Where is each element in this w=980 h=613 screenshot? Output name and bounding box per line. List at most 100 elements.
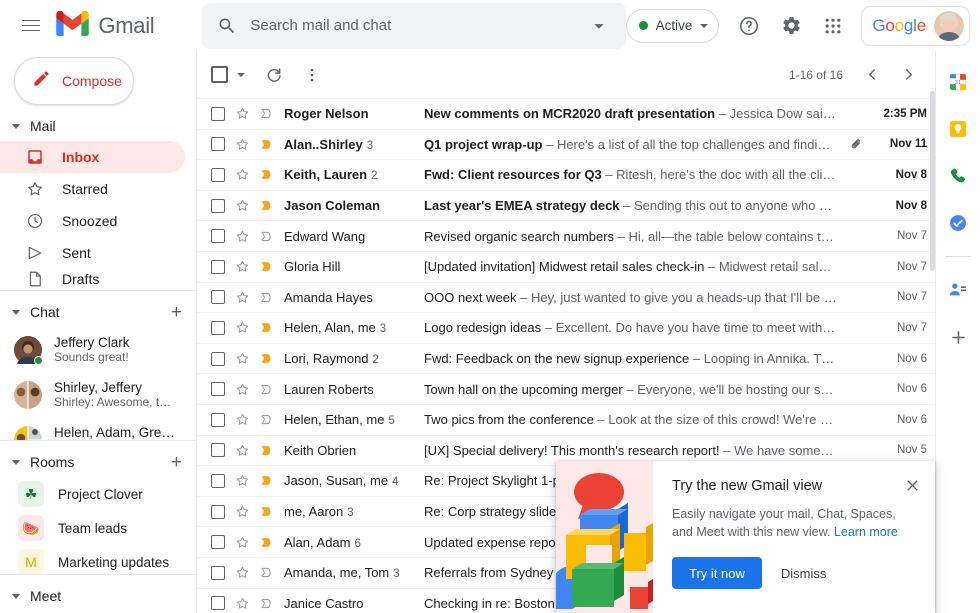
chat-item[interactable]: Shirley, Jeffery Shirley: Awesome, thank… bbox=[0, 372, 185, 417]
email-row[interactable]: Lori, Raymond2Fwd: Feedback on the new s… bbox=[197, 343, 935, 374]
row-checkbox[interactable] bbox=[211, 443, 225, 457]
row-checkbox[interactable] bbox=[211, 566, 225, 580]
row-checkbox[interactable] bbox=[211, 321, 225, 335]
prev-page-button[interactable] bbox=[855, 58, 889, 92]
important-marker-icon[interactable] bbox=[258, 472, 275, 489]
row-checkbox[interactable] bbox=[211, 229, 225, 243]
important-marker-icon[interactable] bbox=[258, 166, 275, 183]
star-icon[interactable] bbox=[234, 319, 251, 336]
row-checkbox[interactable] bbox=[211, 474, 225, 488]
star-icon[interactable] bbox=[234, 166, 251, 183]
google-keep-icon[interactable] bbox=[941, 112, 975, 146]
row-checkbox[interactable] bbox=[211, 382, 225, 396]
help-button[interactable] bbox=[729, 6, 769, 46]
search-bar[interactable] bbox=[202, 3, 625, 49]
learn-more-link[interactable]: Learn more bbox=[834, 525, 898, 539]
star-icon[interactable] bbox=[234, 289, 251, 306]
important-marker-icon[interactable] bbox=[258, 503, 275, 520]
row-checkbox[interactable] bbox=[211, 199, 225, 213]
section-header-mail[interactable]: Mail bbox=[0, 111, 196, 141]
star-icon[interactable] bbox=[234, 411, 251, 428]
star-icon[interactable] bbox=[234, 472, 251, 489]
status-chip[interactable]: Active bbox=[626, 9, 720, 43]
chat-item[interactable]: Jeffery Clark Sounds great! bbox=[0, 327, 185, 372]
google-apps-button[interactable] bbox=[813, 6, 853, 46]
sidebar-item-inbox[interactable]: Inbox bbox=[0, 141, 185, 173]
email-row[interactable]: Jason ColemanLast year's EMEA strategy d… bbox=[197, 190, 935, 221]
row-checkbox[interactable] bbox=[211, 352, 225, 366]
important-marker-icon[interactable] bbox=[258, 105, 275, 122]
sidebar-item-drafts[interactable]: Drafts bbox=[0, 269, 185, 289]
important-marker-icon[interactable] bbox=[258, 350, 275, 367]
google-voice-icon[interactable] bbox=[941, 159, 975, 193]
row-checkbox[interactable] bbox=[211, 260, 225, 274]
important-marker-icon[interactable] bbox=[258, 411, 275, 428]
email-row[interactable]: Edward WangRevised organic search number… bbox=[197, 220, 935, 251]
star-icon[interactable] bbox=[234, 197, 251, 214]
row-checkbox[interactable] bbox=[211, 505, 225, 519]
add-chat-button[interactable]: + bbox=[171, 303, 182, 322]
select-all-checkbox[interactable] bbox=[211, 66, 228, 83]
main-menu-button[interactable] bbox=[12, 6, 50, 46]
contacts-icon[interactable] bbox=[941, 273, 975, 307]
row-checkbox[interactable] bbox=[211, 290, 225, 304]
email-row[interactable]: Helen, Ethan, me5Two pics from the confe… bbox=[197, 404, 935, 435]
section-header-rooms[interactable]: Rooms + bbox=[0, 447, 196, 477]
email-row[interactable]: Helen, Alan, me3Logo redesign ideas – Ex… bbox=[197, 312, 935, 343]
search-options-icon[interactable] bbox=[582, 9, 616, 43]
email-row[interactable]: Alan..Shirley3Q1 project wrap-up – Here'… bbox=[197, 129, 935, 160]
star-icon[interactable] bbox=[234, 228, 251, 245]
search-icon[interactable] bbox=[208, 7, 246, 45]
star-icon[interactable] bbox=[234, 258, 251, 275]
email-row[interactable]: Amanda HayesOOO next week – Hey, just wa… bbox=[197, 282, 935, 313]
account-button[interactable]: Google bbox=[861, 6, 970, 46]
google-tasks-icon[interactable] bbox=[941, 206, 975, 240]
google-calendar-icon[interactable]: 31 bbox=[941, 65, 975, 99]
row-checkbox[interactable] bbox=[211, 107, 225, 121]
close-icon[interactable] bbox=[901, 474, 923, 496]
star-icon[interactable] bbox=[234, 564, 251, 581]
section-header-meet[interactable]: Meet bbox=[0, 581, 196, 611]
room-item-team-leads[interactable]: 🍉 Team leads bbox=[0, 511, 185, 545]
important-marker-icon[interactable] bbox=[258, 442, 275, 459]
sidebar-item-sent[interactable]: Sent bbox=[0, 237, 185, 269]
sidebar-item-snoozed[interactable]: Snoozed bbox=[0, 205, 185, 237]
important-marker-icon[interactable] bbox=[258, 197, 275, 214]
email-row[interactable]: Keith, Lauren2Fwd: Client resources for … bbox=[197, 159, 935, 190]
email-row[interactable]: Lauren RobertsTown hall on the upcoming … bbox=[197, 373, 935, 404]
try-it-now-button[interactable]: Try it now bbox=[672, 557, 762, 589]
next-page-button[interactable] bbox=[891, 58, 925, 92]
important-marker-icon[interactable] bbox=[258, 228, 275, 245]
section-header-chat[interactable]: Chat + bbox=[0, 297, 196, 327]
star-icon[interactable] bbox=[234, 503, 251, 520]
sidebar-item-starred[interactable]: Starred bbox=[0, 173, 185, 205]
email-row[interactable]: Roger NelsonNew comments on MCR2020 draf… bbox=[197, 98, 935, 129]
email-row[interactable]: Gloria Hill[Updated invitation] Midwest … bbox=[197, 251, 935, 282]
row-checkbox[interactable] bbox=[211, 168, 225, 182]
gmail-brand[interactable]: Gmail bbox=[56, 11, 154, 41]
chat-item[interactable]: Helen, Adam, Gregory You: Can we resched… bbox=[0, 417, 185, 440]
avatar[interactable] bbox=[934, 11, 964, 41]
star-icon[interactable] bbox=[234, 534, 251, 551]
important-marker-icon[interactable] bbox=[258, 289, 275, 306]
important-marker-icon[interactable] bbox=[258, 381, 275, 398]
row-checkbox[interactable] bbox=[211, 137, 225, 151]
dismiss-button[interactable]: Dismiss bbox=[770, 557, 838, 589]
more-options-button[interactable] bbox=[294, 57, 330, 93]
row-checkbox[interactable] bbox=[211, 596, 225, 610]
important-marker-icon[interactable] bbox=[258, 534, 275, 551]
important-marker-icon[interactable] bbox=[258, 319, 275, 336]
star-icon[interactable] bbox=[234, 350, 251, 367]
star-icon[interactable] bbox=[234, 381, 251, 398]
important-marker-icon[interactable] bbox=[258, 258, 275, 275]
important-marker-icon[interactable] bbox=[258, 564, 275, 581]
room-item-project-clover[interactable]: ☘ Project Clover bbox=[0, 477, 185, 511]
star-icon[interactable] bbox=[234, 105, 251, 122]
row-checkbox[interactable] bbox=[211, 535, 225, 549]
add-room-button[interactable]: + bbox=[171, 453, 182, 472]
important-marker-icon[interactable] bbox=[258, 595, 275, 612]
settings-button[interactable] bbox=[771, 6, 811, 46]
refresh-button[interactable] bbox=[256, 57, 292, 93]
star-icon[interactable] bbox=[234, 442, 251, 459]
select-all-dropdown-icon[interactable] bbox=[237, 73, 245, 77]
